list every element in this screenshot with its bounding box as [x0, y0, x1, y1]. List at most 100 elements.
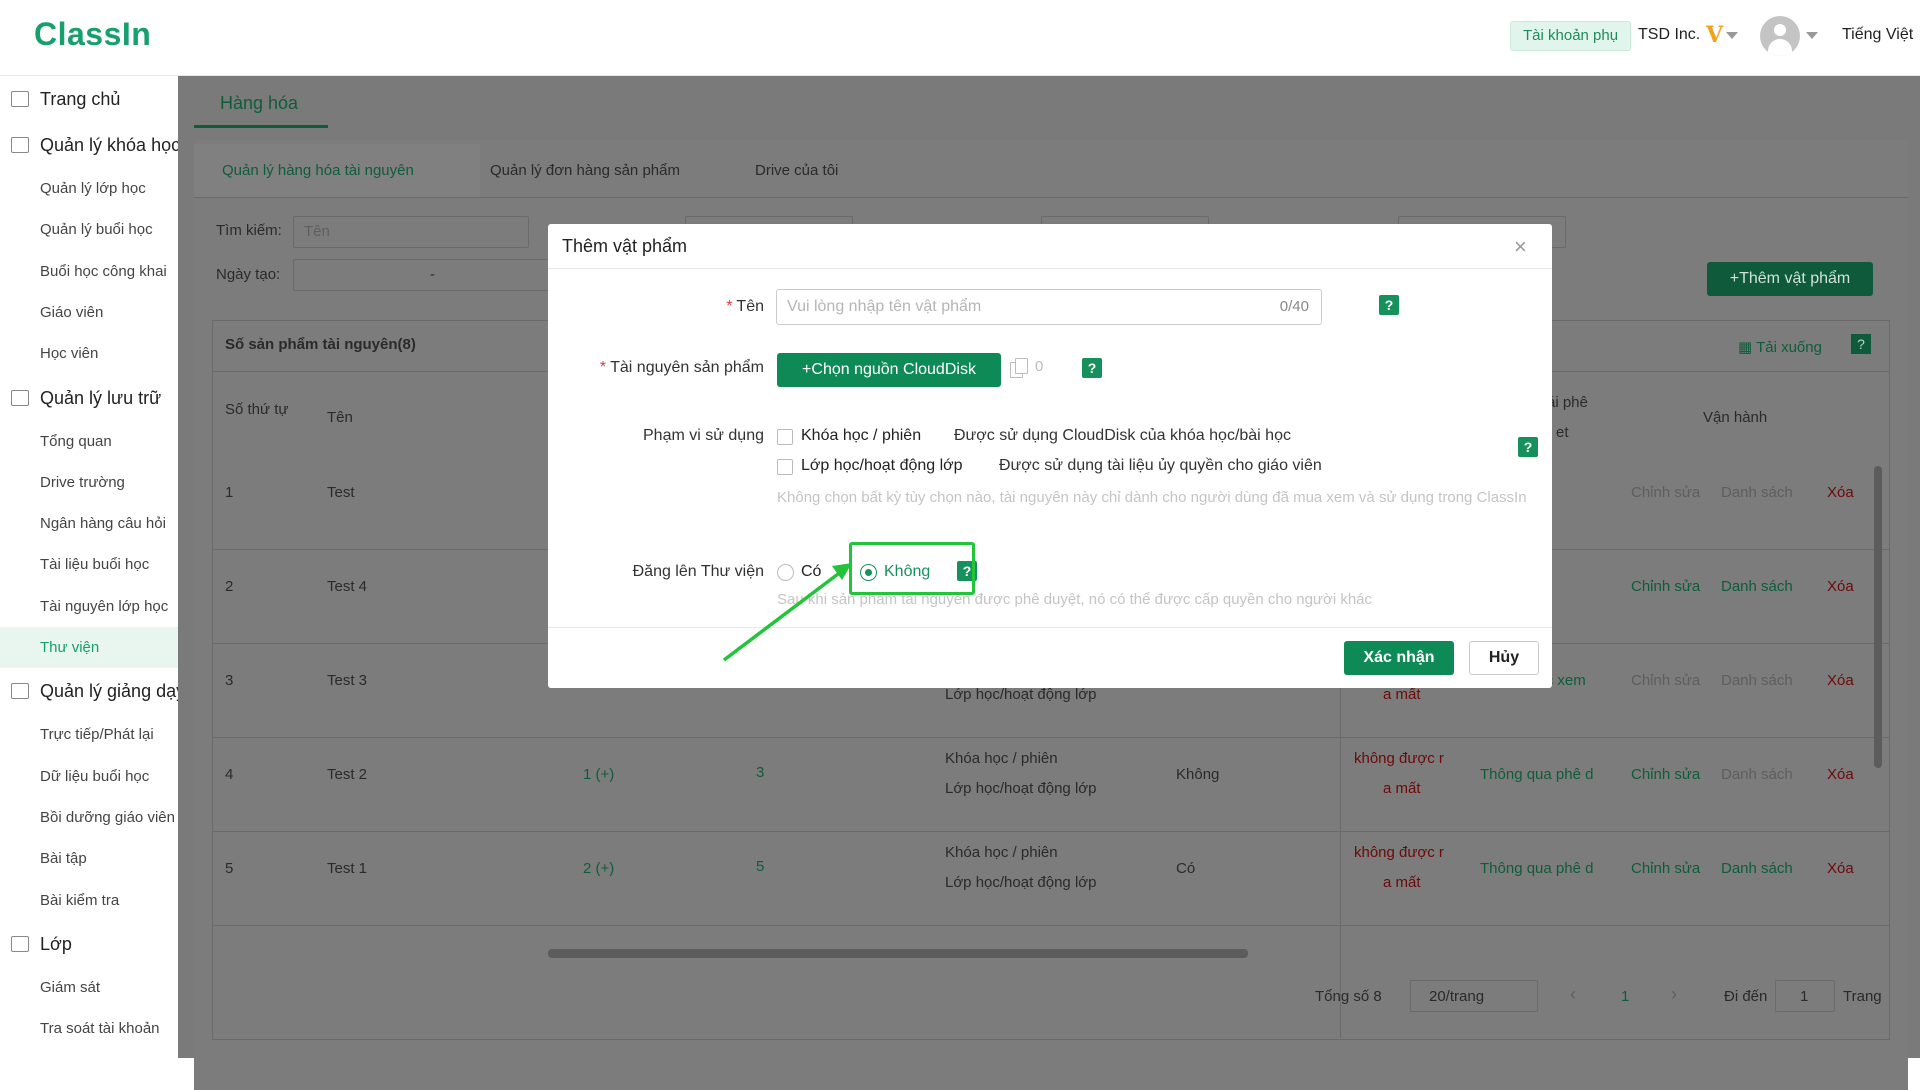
name-field[interactable]: 0/40 [776, 289, 1322, 325]
library-yes-radio[interactable] [777, 564, 794, 581]
sidebar-item-label: Buổi học công khai [40, 262, 167, 280]
download-label: Tải xuống [1756, 339, 1822, 356]
sidebar-item-11[interactable]: Tài liệu buổi học [0, 544, 178, 585]
resource-help-icon[interactable]: ? [1082, 358, 1102, 378]
date-range-input[interactable] [293, 259, 563, 291]
copy-icon [1010, 358, 1028, 378]
pagination-total: Tổng số 8 [1315, 988, 1382, 1005]
sidebar-item-10[interactable]: Ngân hàng câu hỏi [0, 503, 178, 544]
row-delete[interactable]: Xóa [1827, 672, 1854, 689]
close-icon[interactable]: × [1514, 234, 1527, 260]
sidebar-section-icon [11, 389, 29, 406]
row-edit[interactable]: Chỉnh sửa [1631, 766, 1700, 783]
sidebar-item-7[interactable]: Quản lý lưu trữ [0, 375, 178, 421]
row-files[interactable]: 3 [756, 764, 764, 781]
row-list[interactable]: Danh sách [1721, 766, 1793, 783]
row-delete[interactable]: Xóa [1827, 484, 1854, 501]
sidebar-item-12[interactable]: Tài nguyên lớp học [0, 586, 178, 627]
scope-hint: Không chọn bất kỳ tùy chọn nào, tài nguy… [777, 489, 1527, 506]
row-list[interactable]: Danh sách [1721, 860, 1793, 877]
scope-course-checkbox[interactable] [777, 429, 793, 445]
sidebar-item-21[interactable]: Giám sát [0, 967, 178, 1008]
row-delete[interactable]: Xóa [1827, 578, 1854, 595]
tab-divider [194, 197, 1908, 198]
sidebar-item-13[interactable]: Thư viện [0, 627, 178, 668]
name-help-icon[interactable]: ? [1379, 295, 1399, 315]
tab-order-management[interactable]: Quản lý đơn hàng sản phẩm [490, 162, 680, 179]
next-page-icon[interactable]: › [1671, 984, 1677, 1005]
sidebar-item-9[interactable]: Drive trường [0, 462, 178, 503]
sidebar-item-label: Drive trường [40, 473, 125, 491]
row-scope-1: Khóa học / phiên [945, 750, 1058, 767]
row-name: Test 2 [327, 766, 368, 783]
sidebar-item-8[interactable]: Tổng quan [0, 421, 178, 462]
sidebar-section-icon [11, 137, 29, 153]
sub-account-badge[interactable]: Tài khoản phụ [1510, 21, 1632, 51]
sidebar-item-19[interactable]: Bài kiểm tra [0, 880, 178, 921]
row-edit[interactable]: Chỉnh sửa [1631, 578, 1700, 595]
prev-page-icon[interactable]: ‹ [1570, 984, 1576, 1005]
page-title-tab[interactable]: Hàng hóa [220, 93, 298, 114]
avatar[interactable] [1760, 16, 1800, 56]
download-help-icon[interactable]: ? [1851, 334, 1871, 354]
sidebar-item-label: Quản lý khóa học [40, 135, 178, 155]
table-horizontal-scrollbar[interactable] [548, 949, 1248, 958]
tab-resource-goods[interactable]: Quản lý hàng hóa tài nguyên [222, 162, 414, 179]
classin-logo[interactable]: ClassIn [34, 16, 151, 53]
row-files[interactable]: 5 [756, 858, 764, 875]
scope-help-icon[interactable]: ? [1518, 437, 1538, 457]
table-vertical-scrollbar[interactable] [1874, 466, 1882, 768]
download-link[interactable]: ▦ Tải xuống [1738, 338, 1822, 356]
sidebar-item-0[interactable]: Trang chủ [0, 76, 178, 122]
tab-my-drive[interactable]: Drive của tôi [755, 162, 838, 179]
row-list[interactable]: Danh sách [1721, 484, 1793, 501]
name-input[interactable] [777, 290, 1217, 324]
sidebar-item-22[interactable]: Tra soát tài khoản [0, 1008, 178, 1049]
account-dropdown-chevron-icon[interactable] [1806, 32, 1818, 39]
row-qty[interactable]: 1 (+) [583, 766, 614, 783]
row-scope-2: Lớp học/hoạt động lớp [945, 686, 1097, 703]
row-list[interactable]: Danh sách [1721, 578, 1793, 595]
row-name: Test 1 [327, 860, 368, 877]
org-dropdown-chevron-icon[interactable] [1726, 32, 1738, 39]
add-item-button[interactable]: +Thêm vật phẩm [1707, 262, 1873, 296]
cancel-button[interactable]: Hủy [1469, 641, 1539, 675]
sidebar-item-23[interactable]: Tài chính [0, 1049, 178, 1058]
resource-label: * Tài nguyên sản phẩm [599, 359, 764, 376]
goto-value: 1 [1800, 988, 1809, 1005]
sidebar-item-2[interactable]: Quản lý lớp học [0, 168, 178, 209]
row-delete[interactable]: Xóa [1827, 766, 1854, 783]
sidebar-item-3[interactable]: Quản lý buổi học [0, 209, 178, 250]
confirm-button[interactable]: Xác nhận [1344, 641, 1454, 675]
sidebar-item-15[interactable]: Trực tiếp/Phát lại [0, 714, 178, 755]
page-current[interactable]: 1 [1621, 988, 1629, 1005]
row-edit[interactable]: Chỉnh sửa [1631, 672, 1700, 689]
sidebar-item-14[interactable]: Quản lý giảng dạy [0, 668, 178, 714]
sidebar-item-label: Học viên [40, 345, 99, 363]
library-label: Đăng lên Thư viện [632, 563, 764, 580]
org-name: TSD Inc. [1638, 26, 1701, 43]
sidebar-item-16[interactable]: Dữ liệu buổi học [0, 756, 178, 797]
sidebar-item-17[interactable]: Bồi dưỡng giáo viên [0, 797, 178, 838]
sidebar-item-1[interactable]: Quản lý khóa học [0, 122, 178, 168]
sidebar-item-4[interactable]: Buổi học công khai [0, 251, 178, 292]
col-ops: Vận hành [1703, 409, 1768, 426]
choose-clouddisk-button[interactable]: +Chọn nguồn CloudDisk [777, 353, 1001, 387]
row-delete[interactable]: Xóa [1827, 860, 1854, 877]
sidebar-item-label: Thư viện [40, 639, 100, 656]
row-edit[interactable]: Chỉnh sửa [1631, 860, 1700, 877]
sidebar-item-label: Bài kiểm tra [40, 891, 120, 909]
scope-class-checkbox[interactable] [777, 459, 793, 475]
sidebar-item-5[interactable]: Giáo viên [0, 292, 178, 333]
row-edit[interactable]: Chỉnh sửa [1631, 484, 1700, 501]
table-row-divider [212, 831, 1890, 832]
sidebar-item-18[interactable]: Bài tập [0, 838, 178, 879]
sidebar-item-label: Dữ liệu buổi học [40, 767, 150, 785]
language-selector[interactable]: Tiếng Việt [1842, 26, 1913, 44]
row-qty[interactable]: 2 (+) [583, 860, 614, 877]
sidebar-item-20[interactable]: Lớp [0, 921, 178, 967]
row-name: Test 3 [327, 672, 368, 689]
sidebar-item-6[interactable]: Học viên [0, 333, 178, 374]
row-list[interactable]: Danh sách [1721, 672, 1793, 689]
row-scope-1: Khóa học / phiên [945, 844, 1058, 861]
